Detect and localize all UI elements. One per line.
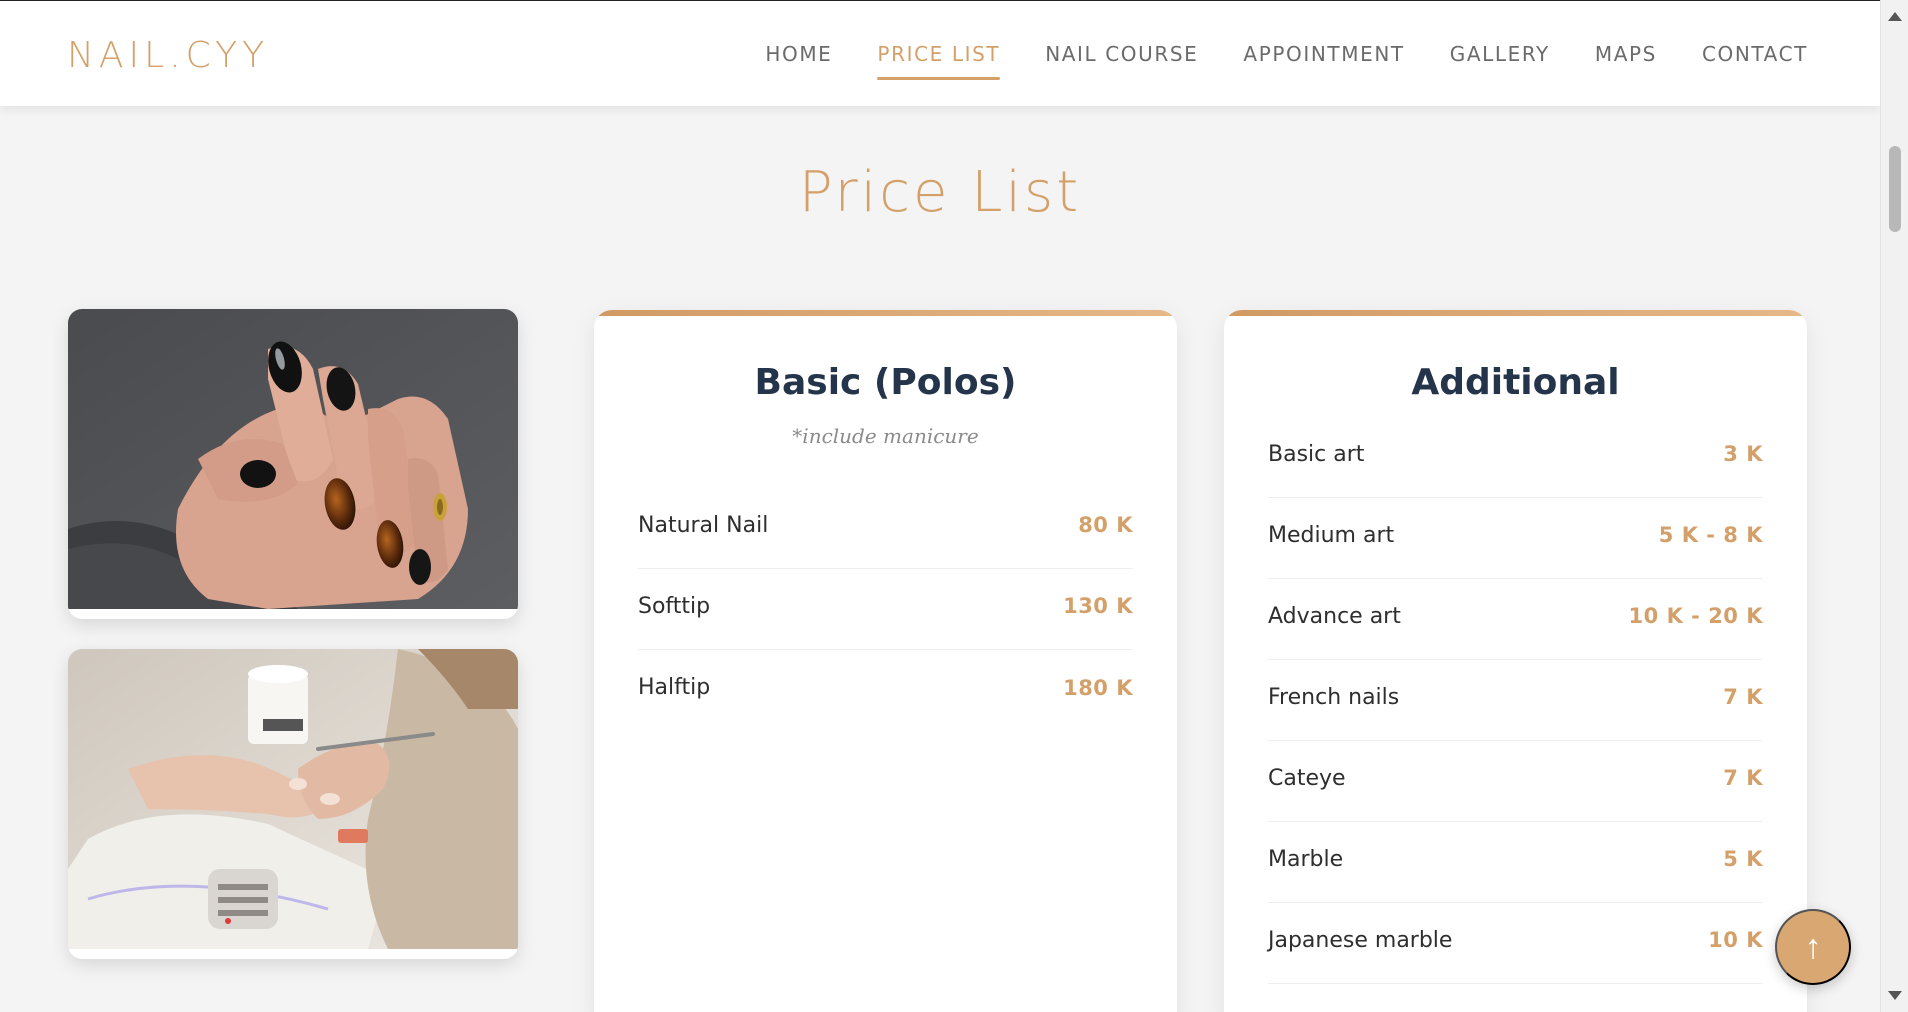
price-row: Japanese marble 10 K bbox=[1268, 903, 1763, 984]
item-name: Basic art bbox=[1268, 441, 1365, 467]
item-price: 10 K bbox=[1708, 928, 1763, 952]
scrollbar-thumb[interactable] bbox=[1889, 146, 1901, 232]
basic-price-card: Basic (Polos) *include manicure Natural … bbox=[594, 310, 1177, 1012]
price-row: Cateye 7 K bbox=[1268, 741, 1763, 822]
basic-price-list: Natural Nail 80 K Softtip 130 K Halftip … bbox=[638, 488, 1133, 731]
nav-home[interactable]: HOME bbox=[765, 34, 832, 74]
item-price: 3 K bbox=[1723, 442, 1763, 466]
item-price: 80 K bbox=[1078, 513, 1133, 537]
item-name: Advance art bbox=[1268, 603, 1401, 629]
main-nav: HOME PRICE LIST NAIL COURSE APPOINTMENT … bbox=[765, 1, 1808, 107]
arrow-up-icon: ↑ bbox=[1804, 927, 1822, 966]
price-row: Advance art 10 K - 20 K bbox=[1268, 579, 1763, 660]
price-row: Medium art 5 K - 8 K bbox=[1268, 498, 1763, 579]
item-price: 7 K bbox=[1723, 685, 1763, 709]
additional-price-list: Basic art 3 K Medium art 5 K - 8 K Advan… bbox=[1268, 417, 1763, 984]
item-price: 5 K bbox=[1723, 847, 1763, 871]
item-name: French nails bbox=[1268, 684, 1400, 710]
nail-photo-dark-polish bbox=[68, 309, 518, 619]
basic-card-title: Basic (Polos) bbox=[754, 362, 1017, 403]
nav-nail-course[interactable]: NAIL COURSE bbox=[1045, 34, 1198, 74]
item-name: Halftip bbox=[638, 675, 711, 700]
page-title: Price List bbox=[798, 160, 1082, 225]
manicurist-working-photo bbox=[68, 649, 518, 959]
price-row: Natural Nail 80 K bbox=[638, 488, 1133, 569]
back-to-top-button[interactable]: ↑ bbox=[1775, 909, 1851, 985]
nav-contact[interactable]: CONTACT bbox=[1702, 34, 1808, 74]
site-header: NAIL.CYY HOME PRICE LIST NAIL COURSE APP… bbox=[0, 0, 1880, 106]
item-price: 130 K bbox=[1063, 594, 1133, 618]
nav-price-list[interactable]: PRICE LIST bbox=[877, 34, 1000, 80]
item-name: Marble bbox=[1268, 846, 1344, 872]
page-scrollbar[interactable] bbox=[1880, 0, 1908, 1012]
item-price: 10 K - 20 K bbox=[1628, 604, 1763, 628]
item-name: Natural Nail bbox=[638, 512, 769, 538]
price-row: Marble 5 K bbox=[1268, 822, 1763, 903]
item-name: Cateye bbox=[1268, 765, 1346, 791]
nav-gallery[interactable]: GALLERY bbox=[1450, 34, 1550, 74]
price-row: French nails 7 K bbox=[1268, 660, 1763, 741]
nav-appointment[interactable]: APPOINTMENT bbox=[1243, 34, 1404, 74]
additional-price-card: Additional Basic art 3 K Medium art 5 K … bbox=[1224, 310, 1807, 1012]
additional-card-title: Additional bbox=[1411, 362, 1620, 403]
page-viewport: NAIL.CYY HOME PRICE LIST NAIL COURSE APP… bbox=[0, 0, 1880, 1012]
price-row: Halftip 180 K bbox=[638, 650, 1133, 731]
item-price: 7 K bbox=[1723, 766, 1763, 790]
scroll-down-arrow-icon[interactable] bbox=[1888, 991, 1902, 1000]
item-name: Japanese marble bbox=[1268, 927, 1453, 953]
item-price: 180 K bbox=[1063, 675, 1133, 700]
site-logo[interactable]: NAIL.CYY bbox=[67, 35, 269, 76]
nav-maps[interactable]: MAPS bbox=[1595, 34, 1657, 74]
price-row: Softtip 130 K bbox=[638, 569, 1133, 650]
price-row: Basic art 3 K bbox=[1268, 417, 1763, 498]
scroll-up-arrow-icon[interactable] bbox=[1888, 12, 1902, 21]
item-name: Medium art bbox=[1268, 522, 1395, 548]
item-price: 5 K - 8 K bbox=[1658, 523, 1763, 547]
item-name: Softtip bbox=[638, 593, 711, 619]
basic-card-note: *include manicure bbox=[792, 424, 979, 448]
